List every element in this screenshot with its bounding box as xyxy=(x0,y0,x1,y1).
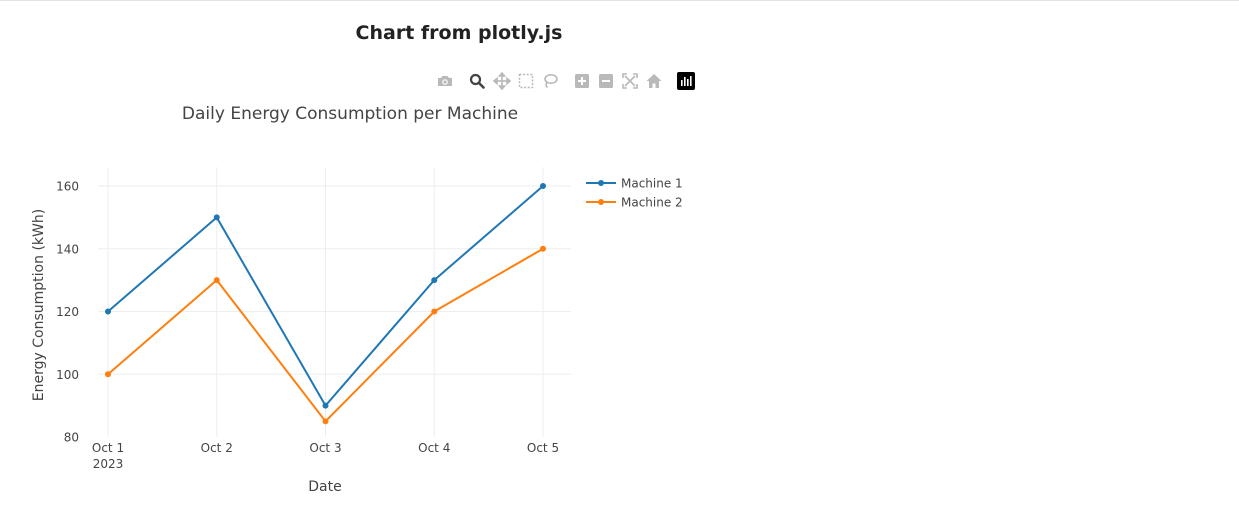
x-tick-label: Oct 5 xyxy=(527,441,559,455)
chart: Oct 1 Oct 2 Oct 3 Oct 4 Oct 5 2023 80 100 120 14… xyxy=(31,104,683,495)
data-point[interactable] xyxy=(431,308,438,315)
y-axis-title: Energy Consumption (kWh) xyxy=(31,209,47,401)
x-tick-label: Oct 3 xyxy=(309,441,341,455)
legend: Machine 1 Machine 2 xyxy=(586,177,683,210)
x-axis-title: Date xyxy=(308,479,341,495)
data-point[interactable] xyxy=(431,277,438,284)
data-point[interactable] xyxy=(213,277,220,284)
legend-item[interactable]: Machine 2 xyxy=(586,196,683,210)
x-tick-label: Oct 1 xyxy=(92,441,124,455)
y-tick-label: 160 xyxy=(56,180,79,194)
legend-marker xyxy=(598,180,604,186)
legend-label: Machine 2 xyxy=(621,196,683,210)
y-tick-label: 140 xyxy=(56,242,79,256)
data-point[interactable] xyxy=(105,308,111,315)
y-tick-label: 80 xyxy=(64,431,79,445)
y-tick-label: 120 xyxy=(56,305,79,319)
data-point[interactable] xyxy=(540,245,546,252)
data-point[interactable] xyxy=(540,183,546,189)
x-tick-label: Oct 2 xyxy=(201,441,233,455)
x-tick-label: Oct 4 xyxy=(418,441,450,455)
legend-item[interactable]: Machine 1 xyxy=(586,177,683,191)
data-point[interactable] xyxy=(213,214,220,221)
data-point[interactable] xyxy=(322,418,329,425)
y-axis-ticks: 80 100 120 140 160 xyxy=(56,180,79,445)
data-point[interactable] xyxy=(105,371,111,378)
y-tick-label: 100 xyxy=(56,368,79,382)
x-axis-ticks: Oct 1 Oct 2 Oct 3 Oct 4 Oct 5 2023 xyxy=(92,441,559,471)
chart-title: Daily Energy Consumption per Machine xyxy=(182,104,518,124)
legend-marker xyxy=(598,199,604,205)
data-point[interactable] xyxy=(322,402,329,409)
x-tick-year-label: 2023 xyxy=(93,457,124,471)
legend-label: Machine 1 xyxy=(621,177,683,191)
